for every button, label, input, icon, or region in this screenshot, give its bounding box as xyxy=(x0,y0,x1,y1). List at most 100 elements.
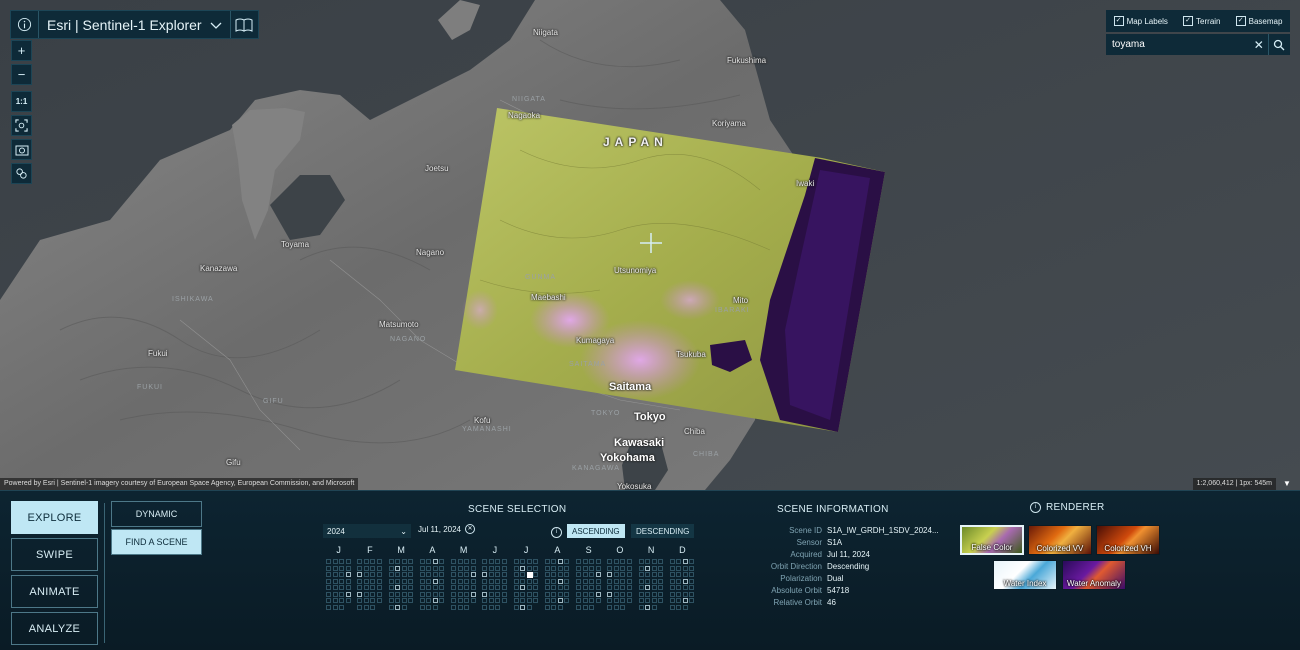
calendar-day[interactable] xyxy=(557,591,563,597)
calendar-day[interactable] xyxy=(388,585,394,590)
calendar-day[interactable] xyxy=(582,559,588,564)
screenshot-icon[interactable] xyxy=(11,139,32,160)
calendar-day[interactable] xyxy=(589,604,594,610)
calendar-day[interactable] xyxy=(326,598,331,603)
calendar-day[interactable] xyxy=(613,572,619,577)
calendar-day[interactable] xyxy=(363,604,369,610)
calendar-day[interactable] xyxy=(457,591,463,597)
calendar-day[interactable] xyxy=(564,565,570,571)
calendar-day[interactable] xyxy=(544,585,550,590)
calendar-day[interactable] xyxy=(401,604,407,610)
calendar-day[interactable] xyxy=(582,572,588,577)
mode-explore-button[interactable]: EXPLORE xyxy=(11,501,98,534)
calendar-day[interactable] xyxy=(370,598,376,603)
calendar-day[interactable] xyxy=(551,559,557,564)
calendar-day[interactable] xyxy=(357,565,363,571)
calendar-day[interactable] xyxy=(451,565,456,571)
calendar-day[interactable] xyxy=(533,585,538,590)
calendar-day[interactable] xyxy=(638,565,644,571)
calendar-day[interactable] xyxy=(326,591,331,597)
calendar-day[interactable] xyxy=(432,604,438,610)
calendar-day[interactable] xyxy=(501,585,507,590)
calendar-day[interactable] xyxy=(620,578,626,584)
link-icon[interactable] xyxy=(11,163,32,184)
calendar-day[interactable] xyxy=(439,591,445,597)
calendar-day[interactable] xyxy=(607,578,613,584)
calendar-day[interactable] xyxy=(332,565,338,571)
renderer-water-anomaly[interactable]: Water Anomaly xyxy=(1062,560,1126,590)
calendar-day[interactable] xyxy=(513,565,519,571)
calendar-day[interactable] xyxy=(370,559,376,564)
calendar-day[interactable] xyxy=(682,578,688,584)
calendar-day[interactable] xyxy=(432,565,438,571)
calendar-day[interactable] xyxy=(432,585,438,590)
calendar-day[interactable] xyxy=(551,585,557,590)
calendar-day[interactable] xyxy=(544,591,550,597)
calendar-day[interactable] xyxy=(370,591,376,597)
calendar-day[interactable] xyxy=(620,591,626,597)
calendar-day[interactable] xyxy=(464,578,469,584)
calendar-day[interactable] xyxy=(582,585,588,590)
calendar-day[interactable] xyxy=(488,598,494,603)
terrain-toggle[interactable]: ✓ Terrain xyxy=(1183,16,1221,26)
calendar-day[interactable] xyxy=(589,598,594,603)
calendar-day[interactable] xyxy=(626,591,632,597)
calendar-day[interactable] xyxy=(470,565,476,571)
calendar-day[interactable] xyxy=(408,578,413,584)
calendar-day[interactable] xyxy=(613,604,619,610)
clear-date-icon[interactable]: ✕ xyxy=(465,524,475,534)
calendar-day[interactable] xyxy=(363,565,369,571)
calendar-day[interactable] xyxy=(520,565,525,571)
calendar-day[interactable] xyxy=(345,591,351,597)
calendar-day[interactable] xyxy=(388,604,394,610)
calendar-day[interactable] xyxy=(363,591,369,597)
calendar-day[interactable] xyxy=(557,604,563,610)
calendar-day[interactable] xyxy=(451,604,456,610)
calendar-day[interactable] xyxy=(620,572,626,577)
calendar-day[interactable] xyxy=(339,572,344,577)
calendar-day[interactable] xyxy=(451,585,456,590)
calendar-day[interactable] xyxy=(658,578,663,584)
calendar-day[interactable] xyxy=(470,585,476,590)
calendar-day[interactable] xyxy=(638,559,644,564)
calendar-day[interactable] xyxy=(332,585,338,590)
basemap-toggle[interactable]: ✓ Basemap xyxy=(1235,16,1282,26)
calendar-day[interactable] xyxy=(370,585,376,590)
calendar-day[interactable] xyxy=(589,585,594,590)
calendar-day[interactable] xyxy=(557,565,563,571)
calendar-day[interactable] xyxy=(520,604,525,610)
calendar-day[interactable] xyxy=(426,578,432,584)
calendar-day[interactable] xyxy=(658,559,663,564)
calendar-day[interactable] xyxy=(464,604,469,610)
calendar-day[interactable] xyxy=(645,578,650,584)
calendar-day[interactable] xyxy=(676,578,682,584)
calendar-day[interactable] xyxy=(495,572,501,577)
native-scale-button[interactable]: 1:1 xyxy=(11,91,32,112)
calendar-day[interactable] xyxy=(395,565,400,571)
calendar-day[interactable] xyxy=(613,578,619,584)
calendar-day[interactable] xyxy=(513,598,519,603)
calendar-day[interactable] xyxy=(607,591,613,597)
calendar-day[interactable] xyxy=(620,598,626,603)
dynamic-button[interactable]: DYNAMIC xyxy=(111,501,202,527)
calendar-day[interactable] xyxy=(363,598,369,603)
calendar-day[interactable] xyxy=(669,572,675,577)
calendar-day[interactable] xyxy=(395,598,400,603)
calendar-day[interactable] xyxy=(607,598,613,603)
calendar-day[interactable] xyxy=(376,572,382,577)
calendar-day[interactable] xyxy=(689,565,695,571)
calendar-day[interactable] xyxy=(482,565,488,571)
calendar-day[interactable] xyxy=(526,604,532,610)
zoom-in-button[interactable]: + xyxy=(11,40,32,61)
calendar-day[interactable] xyxy=(376,585,382,590)
calendar-day[interactable] xyxy=(595,559,601,564)
calendar-day[interactable] xyxy=(533,559,538,564)
calendar-day[interactable] xyxy=(357,578,363,584)
calendar-day[interactable] xyxy=(626,559,632,564)
calendar-day[interactable] xyxy=(676,565,682,571)
calendar-day[interactable] xyxy=(638,585,644,590)
calendar-day[interactable] xyxy=(589,578,594,584)
calendar-day[interactable] xyxy=(589,559,594,564)
calendar-day[interactable] xyxy=(326,604,331,610)
calendar-day[interactable] xyxy=(495,604,501,610)
